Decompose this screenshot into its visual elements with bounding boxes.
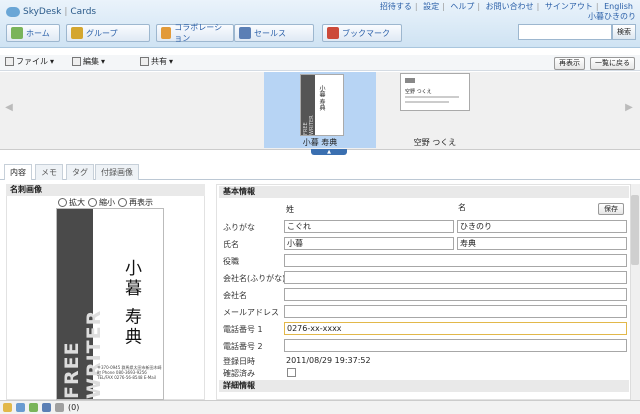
link-settings[interactable]: 設定 [423, 2, 439, 11]
phone1-input[interactable]: 0276-xx-xxxx [284, 322, 627, 335]
refresh-button[interactable]: 再表示 [554, 57, 585, 70]
file-menu[interactable]: ファイル ▾ [5, 56, 54, 67]
confirmed-checkbox[interactable] [287, 368, 296, 377]
carousel-next-icon[interactable]: ▶ [622, 102, 636, 116]
link-signout[interactable]: サインアウト [545, 2, 593, 11]
zoom-out-button[interactable]: 縮小 [88, 197, 115, 208]
refresh-icon [118, 198, 127, 207]
nav-sales-button[interactable]: セールス [234, 24, 314, 42]
link-help[interactable]: ヘルプ [450, 2, 474, 11]
email-input[interactable] [284, 305, 627, 318]
search-input[interactable] [518, 24, 612, 40]
business-card-image: FREE WRITER 小暮 寿典 〒370-0945 群馬県太田市新田木崎町 … [56, 208, 164, 400]
thumbnail-name: 空野 つくえ [405, 89, 432, 95]
edit-icon [72, 57, 81, 66]
label-name: 氏名 [223, 240, 239, 249]
link-invite[interactable]: 招待する [380, 2, 412, 11]
card-caption[interactable]: 空野 つくえ [380, 137, 490, 148]
label-title: 役職 [223, 257, 239, 266]
sales-icon [239, 27, 251, 39]
column-first-name: 名 [458, 203, 466, 212]
furigana-last-input[interactable]: こぐれ [284, 220, 454, 233]
basic-info-section: 基本情報 [219, 186, 629, 198]
nav-collaboration-button[interactable]: コラボレーション [156, 23, 234, 43]
edit-menu[interactable]: 編集 ▾ [72, 56, 105, 67]
card-address: 〒370-0945 群馬県太田市新田木崎町 Phone 080-3693-925… [97, 365, 162, 380]
link-english[interactable]: English [604, 2, 633, 11]
warning-icon[interactable] [3, 403, 12, 412]
chevron-down-icon: ▾ [169, 57, 174, 66]
tab-attachments[interactable]: 付録画像 [95, 164, 139, 180]
label-furigana: ふりがな [223, 223, 255, 232]
file-icon [5, 57, 14, 66]
status-bar: (0) [0, 400, 640, 414]
phone2-input[interactable] [284, 339, 627, 352]
tab-memo[interactable]: メモ [35, 164, 63, 180]
label-confirmed: 確認済み [223, 369, 255, 378]
card-thumbnail[interactable]: 空野 つくえ [400, 73, 470, 111]
zoom-in-icon [58, 198, 67, 207]
registered-datetime: 2011/08/29 19:37:52 [286, 356, 371, 365]
nav-home-button[interactable]: ホーム [6, 24, 60, 42]
app-logo[interactable]: SkyDesk | Cards [6, 4, 96, 20]
label-company: 会社名 [223, 291, 247, 300]
product-name: Cards [70, 7, 97, 17]
nav-bookmark-button[interactable]: ブックマーク [322, 24, 402, 42]
share-menu[interactable]: 共有 ▾ [140, 56, 173, 67]
label-company-kana: 会社名(ふりがな) [223, 274, 286, 283]
link-contact[interactable]: お問い合わせ [486, 2, 534, 11]
chevron-down-icon: ▾ [50, 57, 55, 66]
label-email: メールアドレス [223, 308, 279, 317]
status-count: (0) [68, 403, 80, 412]
tab-content[interactable]: 内容 [4, 164, 32, 180]
zoom-out-icon [88, 198, 97, 207]
scrollbar-thumb[interactable] [631, 195, 639, 265]
name-last-input[interactable]: 小暮 [284, 237, 454, 250]
search-button[interactable]: 検索 [612, 24, 636, 40]
company-input[interactable] [284, 288, 627, 301]
zoom-in-button[interactable]: 拡大 [58, 197, 85, 208]
group-icon [71, 27, 83, 39]
card-caption[interactable]: 小暮 寿典 [264, 137, 376, 148]
card-name: 小暮 寿典 [121, 259, 141, 348]
nav-group-button[interactable]: グループ [66, 24, 150, 42]
collapse-handle-icon[interactable]: ▲ [311, 149, 347, 155]
thumbnail-mark: FREE WRITER [303, 115, 315, 135]
brand-name: SkyDesk [23, 7, 62, 17]
users-icon[interactable] [42, 403, 51, 412]
card-thumbnail[interactable]: FREE WRITER 小暮 寿典 [300, 74, 344, 136]
column-last-name: 姓 [286, 205, 294, 214]
notification-icon[interactable] [16, 403, 25, 412]
redisplay-button[interactable]: 再表示 [118, 197, 153, 208]
detail-info-section: 詳細情報 [219, 380, 629, 392]
cloud-icon [6, 7, 20, 17]
thumbnail-name: 小暮 寿典 [318, 85, 325, 111]
label-phone1: 電話番号 1 [223, 325, 263, 334]
furigana-first-input[interactable]: ひきのり [457, 220, 627, 233]
chevron-down-icon: ▾ [101, 57, 106, 66]
home-icon [11, 27, 23, 39]
card-image-title: 名刺画像 [6, 184, 205, 196]
name-first-input[interactable]: 寿典 [457, 237, 627, 250]
back-to-list-button[interactable]: 一覧に戻る [590, 57, 635, 70]
share-icon [140, 57, 149, 66]
people-icon[interactable] [29, 403, 38, 412]
carousel-prev-icon[interactable]: ◀ [2, 102, 16, 116]
tab-tag[interactable]: タグ [66, 164, 94, 180]
company-kana-input[interactable] [284, 271, 627, 284]
label-registered: 登録日時 [223, 357, 255, 366]
save-button[interactable]: 保存 [598, 203, 624, 215]
label-phone2: 電話番号 2 [223, 342, 263, 351]
user-name[interactable]: 小暮ひきのり [588, 11, 636, 22]
user-icon[interactable] [55, 403, 64, 412]
title-input[interactable] [284, 254, 627, 267]
folder-icon [161, 27, 172, 39]
bookmark-icon [327, 27, 339, 39]
